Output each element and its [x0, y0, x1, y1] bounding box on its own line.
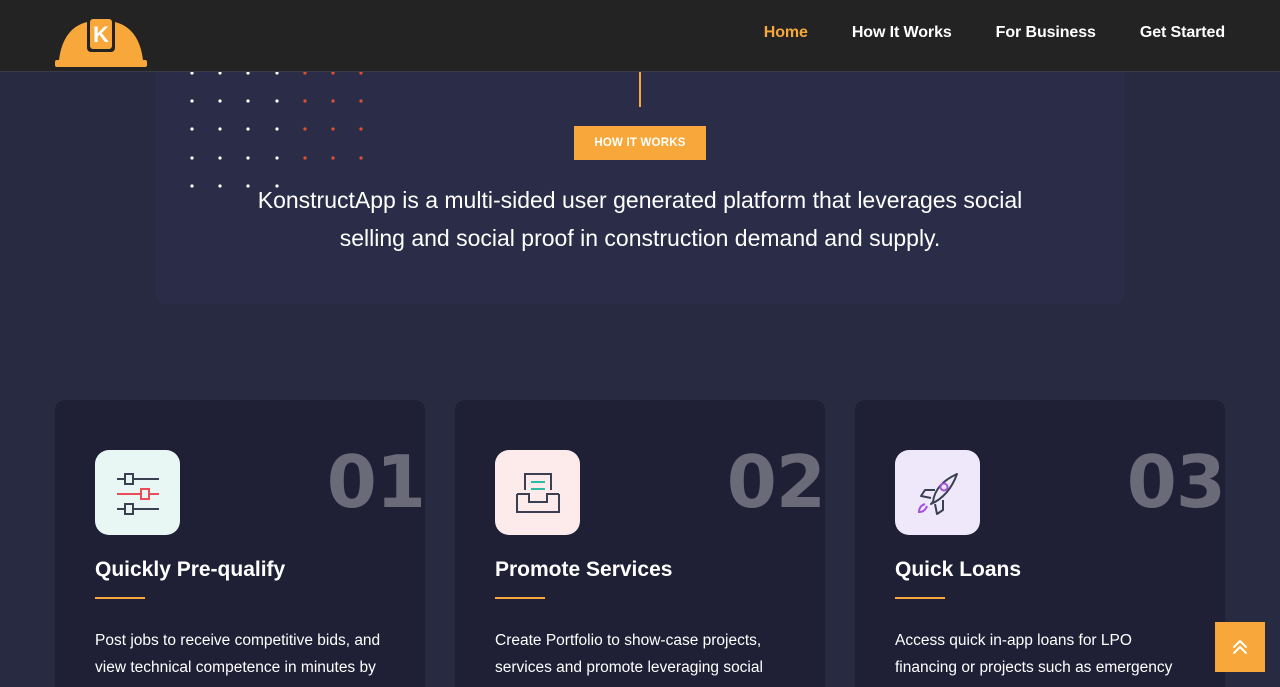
- card-title-underline: [95, 597, 145, 599]
- card-title: Promote Services: [495, 558, 673, 581]
- card-description: Access quick in-app loans for LPO financ…: [895, 632, 1173, 676]
- dot-pattern-decoration: [190, 71, 363, 188]
- card-title: Quickly Pre-qualify: [95, 558, 286, 581]
- nav-for-business[interactable]: For Business: [996, 24, 1096, 42]
- nav-how-it-works[interactable]: How It Works: [852, 24, 952, 42]
- svg-text:K: K: [93, 22, 109, 47]
- card-title: Quick Loans: [895, 558, 1022, 581]
- card-icon-box: [895, 450, 980, 535]
- double-chevron-up-icon: [1233, 640, 1247, 654]
- main-nav: Home How It Works For Business Get Start…: [764, 0, 1225, 66]
- card-description: Create Portfolio to show-case projects, …: [495, 632, 763, 676]
- card-icon-box: [495, 450, 580, 535]
- card-description: Post jobs to receive competitive bids, a…: [95, 632, 381, 676]
- how-it-works-badge: HOW IT WORKS: [574, 126, 706, 160]
- card-number: 01: [326, 440, 425, 524]
- feature-card-promote: 02 Promote Services Create Portfolio to …: [455, 400, 825, 687]
- vertical-accent-line: [639, 72, 641, 107]
- nav-get-started[interactable]: Get Started: [1140, 24, 1225, 42]
- intro-description: KonstructApp is a multi-sided user gener…: [257, 187, 1023, 251]
- rocket-icon: [917, 472, 958, 515]
- sliders-icon: [116, 472, 159, 515]
- feature-card-loans: 03 Quick Loans Access quick in-app loans…: [855, 400, 1225, 687]
- site-logo[interactable]: K: [55, 16, 147, 68]
- card-title-underline: [495, 597, 545, 599]
- helmet-logo-icon: K: [55, 16, 147, 67]
- card-title-underline: [895, 597, 945, 599]
- card-number: 02: [726, 440, 825, 524]
- top-navbar: K Home How It Works For Business Get Sta…: [0, 0, 1280, 72]
- card-icon-box: [95, 450, 180, 535]
- inbox-icon: [515, 472, 560, 513]
- feature-card-prequalify: 01 Quickly Pre-qualify Post jobs to rece…: [55, 400, 425, 687]
- nav-home[interactable]: Home: [764, 24, 808, 42]
- card-number: 03: [1126, 440, 1225, 524]
- scroll-to-top-button[interactable]: [1215, 622, 1265, 672]
